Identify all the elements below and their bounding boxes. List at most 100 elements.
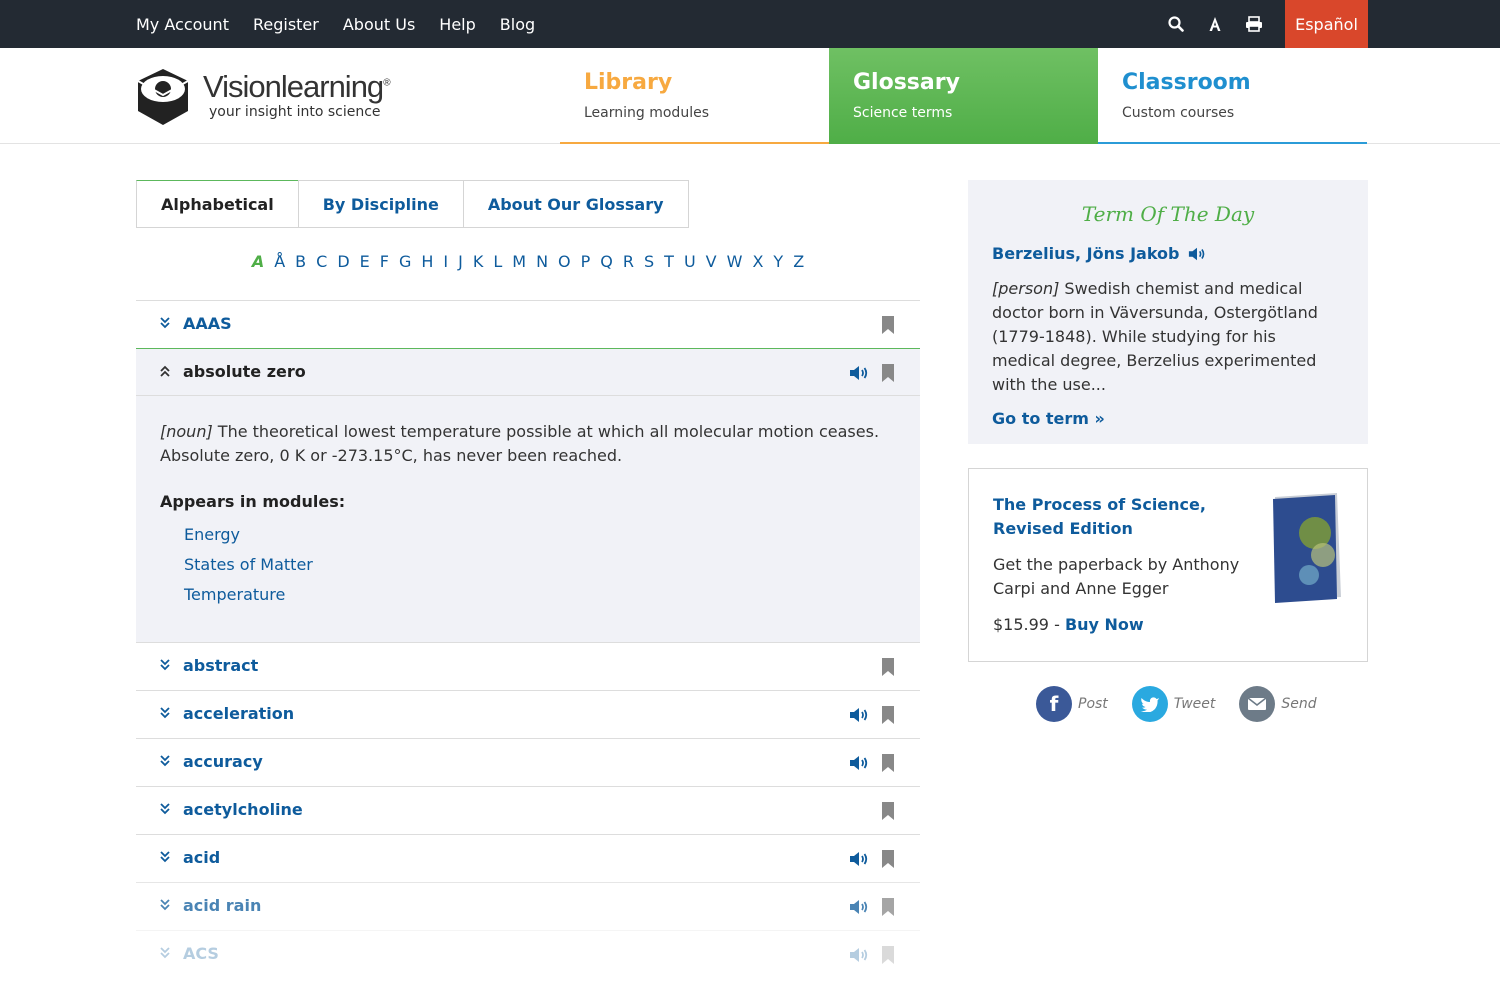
bookmark-icon[interactable] — [880, 752, 896, 774]
bookmark-icon[interactable] — [880, 944, 896, 966]
letter-link[interactable]: E — [360, 252, 370, 271]
glossary-row[interactable]: AAAS — [136, 300, 920, 348]
module-link[interactable]: Temperature — [160, 583, 896, 613]
bookmark-icon[interactable] — [880, 704, 896, 726]
classroom-section[interactable]: Classroom Custom courses — [1098, 48, 1367, 144]
letter-link[interactable]: Y — [773, 252, 783, 271]
letter-link[interactable]: O — [558, 252, 571, 271]
blog-link[interactable]: Blog — [500, 15, 535, 34]
bookmark-icon[interactable] — [880, 800, 896, 822]
book-title[interactable]: The Process of Science, Revised Edition — [993, 493, 1253, 541]
bookmark-icon[interactable] — [880, 362, 896, 384]
letter-link[interactable]: B — [295, 252, 306, 271]
glossary-row[interactable]: acceleration — [136, 690, 920, 738]
glossary-term[interactable]: acceleration — [183, 704, 294, 723]
speaker-icon[interactable] — [848, 848, 870, 870]
chevron-up-icon[interactable] — [158, 363, 172, 379]
font-size-icon[interactable] — [1199, 0, 1231, 48]
glossary-row[interactable]: ACS — [136, 930, 920, 978]
language-button[interactable]: Español — [1285, 0, 1368, 48]
glossary-row[interactable]: acid rain — [136, 882, 920, 930]
about-us-link[interactable]: About Us — [343, 15, 415, 34]
letter-link[interactable]: A — [252, 252, 264, 271]
letter-link[interactable]: I — [443, 252, 448, 271]
letter-link[interactable]: K — [473, 252, 484, 271]
letter-link[interactable]: T — [664, 252, 674, 271]
glossary-term[interactable]: AAAS — [183, 314, 232, 333]
letter-link[interactable]: D — [337, 252, 349, 271]
tab-by-discipline[interactable]: By Discipline — [297, 180, 464, 228]
letter-link[interactable]: Q — [600, 252, 613, 271]
letter-link[interactable]: L — [493, 252, 502, 271]
speaker-icon[interactable] — [1187, 245, 1207, 263]
glossary-term[interactable]: acid rain — [183, 896, 261, 915]
letter-link[interactable]: U — [684, 252, 696, 271]
letter-link[interactable]: W — [727, 252, 743, 271]
glossary-row[interactable]: acetylcholine — [136, 786, 920, 834]
letter-link[interactable]: X — [752, 252, 763, 271]
letter-link[interactable]: F — [380, 252, 389, 271]
letter-link[interactable]: Z — [793, 252, 804, 271]
tab-about-glossary[interactable]: About Our Glossary — [462, 180, 689, 228]
share-email[interactable]: Send — [1239, 686, 1317, 722]
help-link[interactable]: Help — [439, 15, 475, 34]
module-link[interactable]: States of Matter — [160, 553, 896, 583]
glossary-row[interactable]: abstract — [136, 642, 920, 690]
definition-body: The theoretical lowest temperature possi… — [160, 422, 880, 465]
chevron-down-icon[interactable] — [158, 315, 172, 331]
book-description: Get the paperback by Anthony Carpi and A… — [993, 555, 1240, 598]
chevron-down-icon[interactable] — [158, 657, 172, 673]
letter-link[interactable]: C — [316, 252, 327, 271]
speaker-icon[interactable] — [848, 896, 870, 918]
go-to-term-link[interactable]: Go to term » — [992, 409, 1344, 428]
chevron-down-icon[interactable] — [158, 753, 172, 769]
letter-link[interactable]: N — [536, 252, 548, 271]
glossary-term[interactable]: abstract — [183, 656, 258, 675]
search-icon[interactable] — [1160, 0, 1192, 48]
share-twitter[interactable]: Tweet — [1131, 686, 1215, 722]
print-icon[interactable] — [1238, 0, 1270, 48]
share-facebook[interactable]: f Post — [1036, 686, 1108, 722]
speaker-icon[interactable] — [848, 362, 870, 384]
classroom-subtitle: Custom courses — [1122, 105, 1235, 121]
tab-alphabetical[interactable]: Alphabetical — [136, 180, 299, 228]
book-cover-image[interactable] — [1271, 493, 1343, 603]
chevron-down-icon[interactable] — [158, 945, 172, 961]
letter-link[interactable]: V — [706, 252, 717, 271]
chevron-down-icon[interactable] — [158, 849, 172, 865]
speaker-icon[interactable] — [848, 944, 870, 966]
buy-now-link[interactable]: Buy Now — [1065, 615, 1144, 634]
letter-link[interactable]: R — [623, 252, 634, 271]
letter-link[interactable]: J — [458, 252, 463, 271]
letter-link[interactable]: P — [581, 252, 591, 271]
site-logo[interactable]: Visionlearning® your insight into scienc… — [136, 65, 426, 127]
glossary-row[interactable]: absolute zero — [136, 348, 920, 396]
my-account-link[interactable]: My Account — [136, 15, 229, 34]
bookmark-icon[interactable] — [880, 896, 896, 918]
bookmark-icon[interactable] — [880, 656, 896, 678]
glossary-row[interactable]: accuracy — [136, 738, 920, 786]
library-section[interactable]: Library Learning modules — [560, 48, 829, 144]
module-link[interactable]: Energy — [160, 523, 896, 553]
glossary-row[interactable]: acid — [136, 834, 920, 882]
glossary-term[interactable]: acetylcholine — [183, 800, 303, 819]
bookmark-icon[interactable] — [880, 314, 896, 336]
letter-link[interactable]: Å — [274, 252, 285, 271]
bookmark-icon[interactable] — [880, 848, 896, 870]
letter-link[interactable]: M — [512, 252, 526, 271]
letter-link[interactable]: H — [421, 252, 433, 271]
glossary-term[interactable]: acid — [183, 848, 220, 867]
speaker-icon[interactable] — [848, 752, 870, 774]
speaker-icon[interactable] — [848, 704, 870, 726]
glossary-term[interactable]: accuracy — [183, 752, 263, 771]
letter-link[interactable]: S — [644, 252, 654, 271]
term-of-day-title[interactable]: Berzelius, Jöns Jakob — [992, 244, 1344, 263]
register-link[interactable]: Register — [253, 15, 319, 34]
letter-link[interactable]: G — [399, 252, 411, 271]
chevron-down-icon[interactable] — [158, 897, 172, 913]
glossary-term[interactable]: absolute zero — [183, 362, 306, 381]
glossary-term[interactable]: ACS — [183, 944, 219, 963]
chevron-down-icon[interactable] — [158, 801, 172, 817]
chevron-down-icon[interactable] — [158, 705, 172, 721]
glossary-section[interactable]: Glossary Science terms — [829, 48, 1098, 144]
